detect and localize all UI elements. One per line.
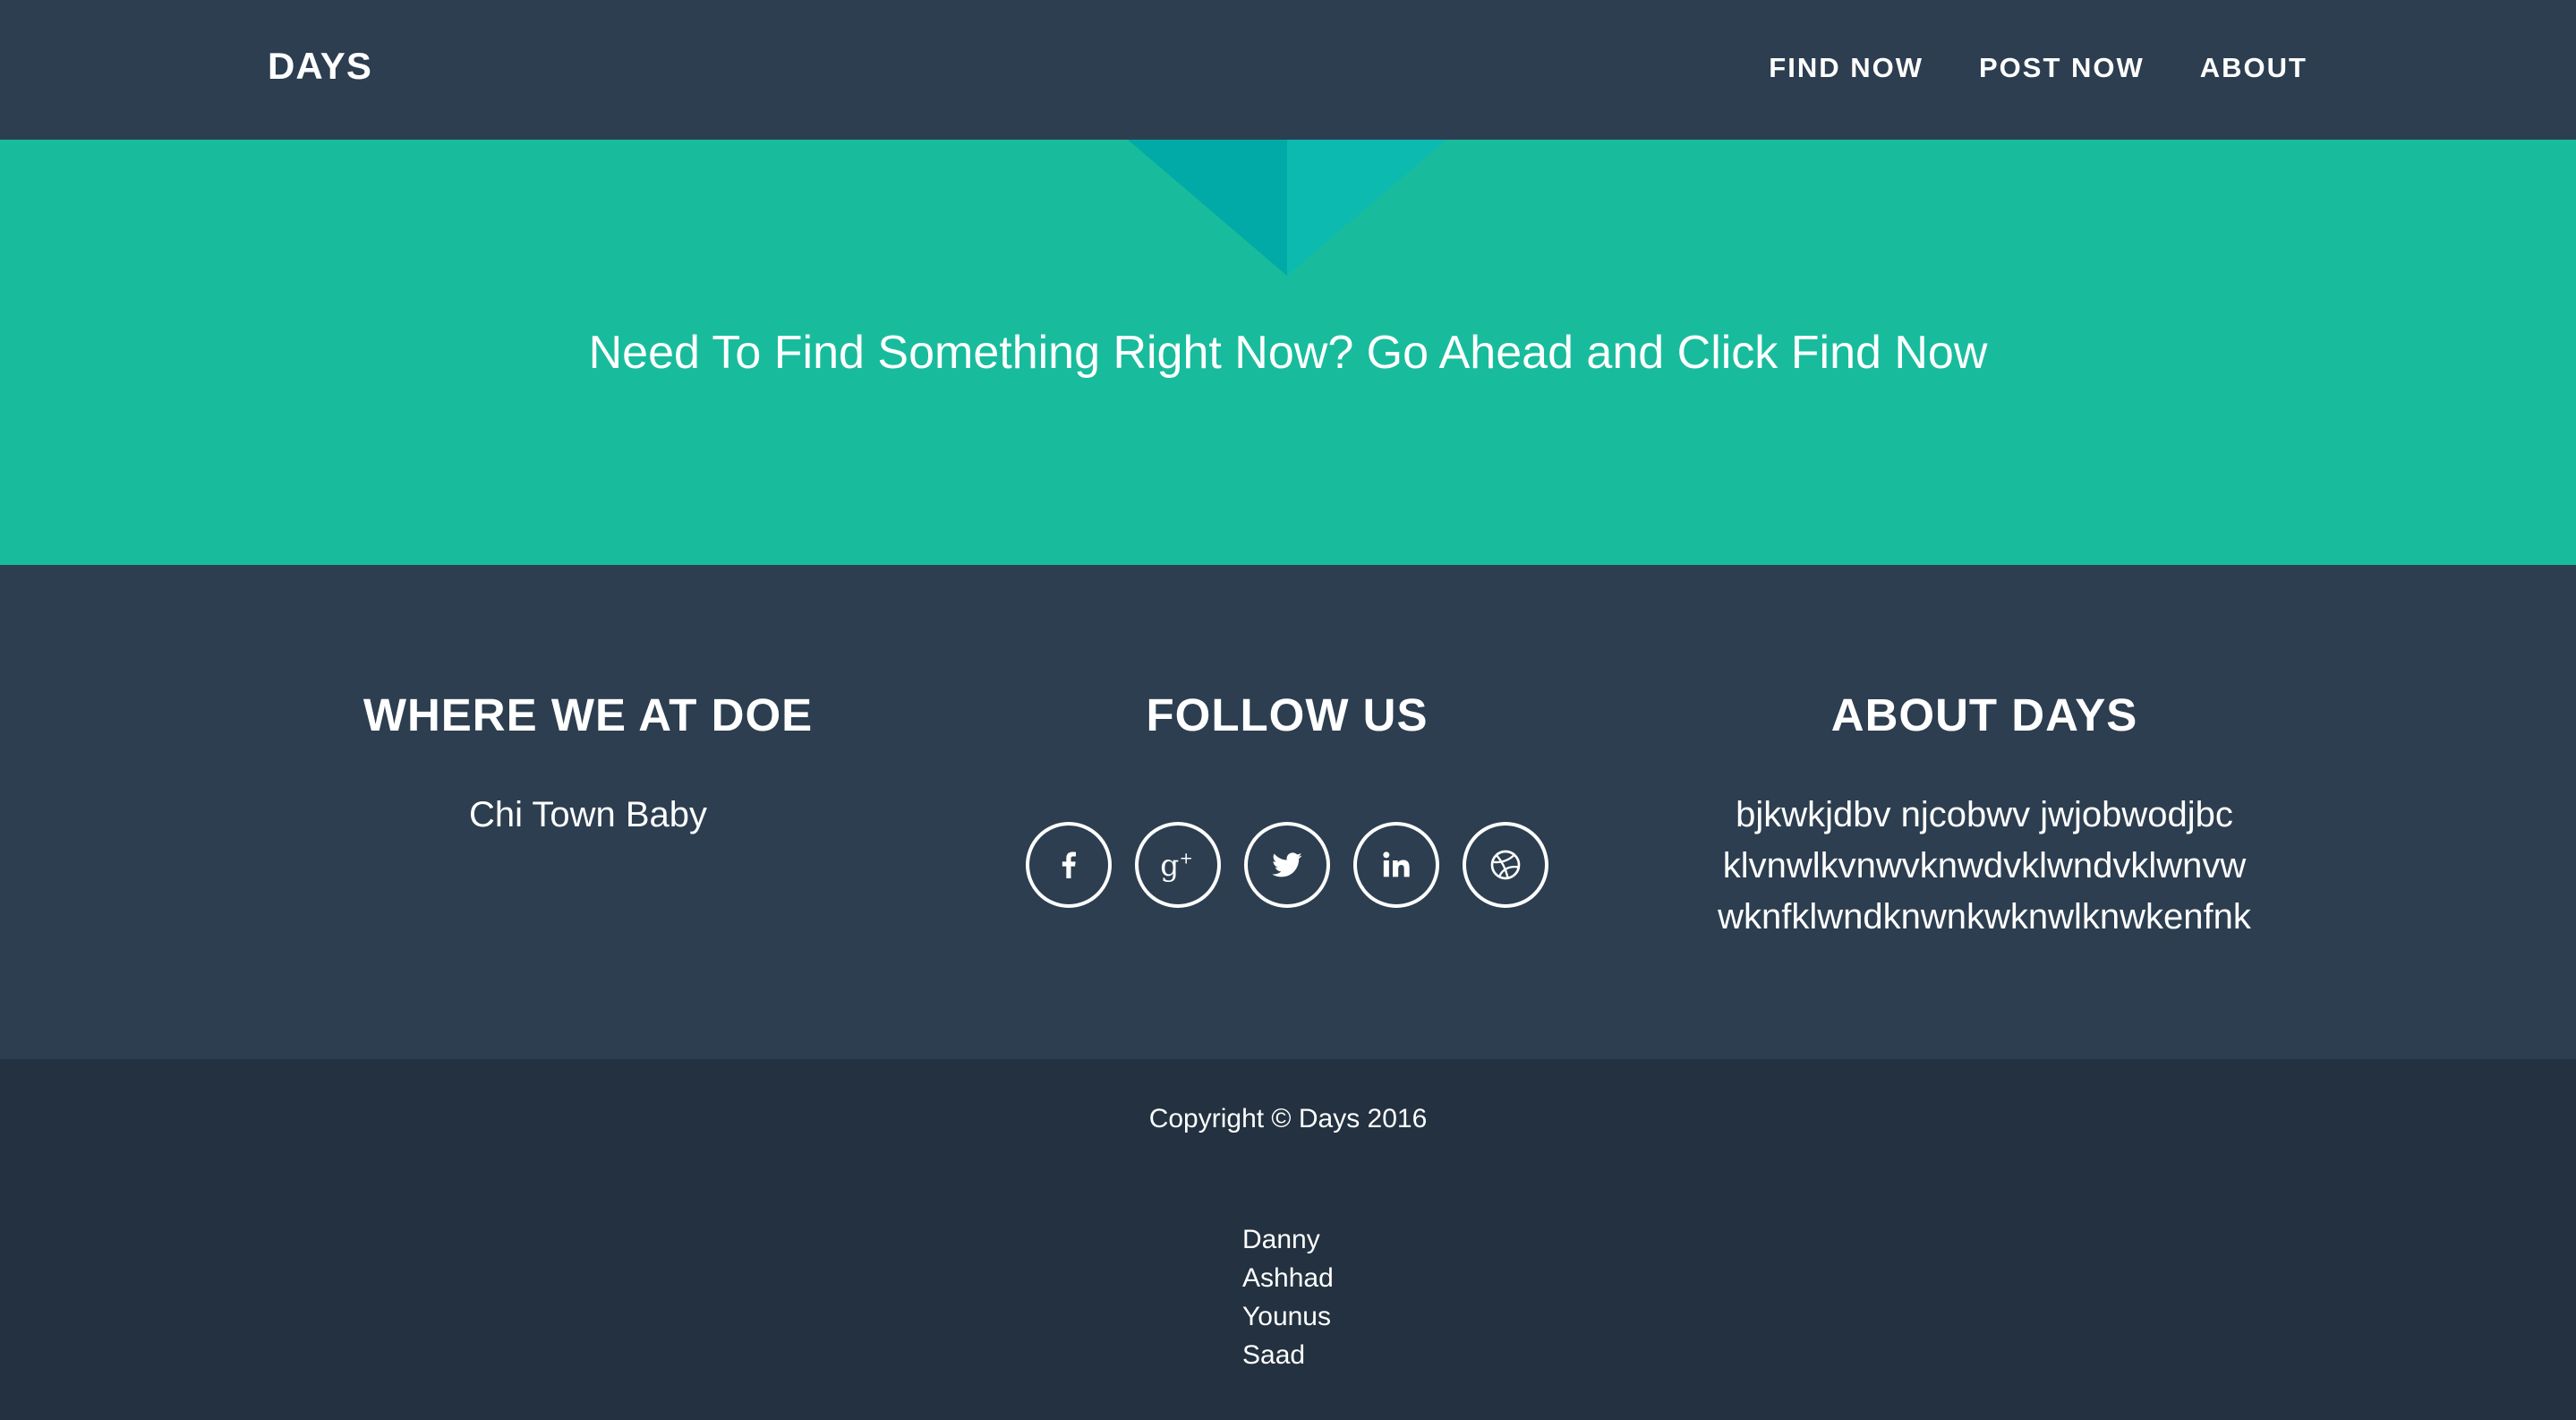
team-name: Danny xyxy=(1242,1225,1320,1254)
chevron-decoration xyxy=(1128,140,1446,276)
follow-column: FOLLOW US g + xyxy=(938,689,1636,908)
svg-text:g: g xyxy=(1160,849,1179,883)
facebook-button[interactable] xyxy=(1026,822,1112,908)
svg-text:+: + xyxy=(1180,849,1193,868)
team-name: Younus xyxy=(1242,1302,1331,1331)
twitter-icon xyxy=(1272,852,1302,877)
about-line: klvnwlkvnwvknwdvklwndvklwnvw xyxy=(1722,846,2247,885)
dribbble-icon xyxy=(1490,850,1521,880)
location-heading: WHERE WE AT DOE xyxy=(363,689,814,740)
about-column: ABOUT DAYS bjkwkjdbv njcobwv jwjobwodjbc… xyxy=(1635,689,2333,943)
google-plus-icon: g + xyxy=(1160,849,1193,883)
facebook-icon xyxy=(1062,851,1076,878)
team-names: Danny Ashhad Younus Saad xyxy=(1242,1220,1334,1374)
footer-bottom: Copyright © Days 2016 Danny Ashhad Younu… xyxy=(0,1059,2576,1420)
hero-banner: Need To Find Something Right Now? Go Ahe… xyxy=(0,140,2576,565)
linkedin-button[interactable] xyxy=(1353,822,1439,908)
nav-link-about[interactable]: ABOUT xyxy=(2200,52,2307,84)
brand-logo[interactable]: DAYS xyxy=(268,45,372,88)
location-text: Chi Town Baby xyxy=(468,795,708,834)
about-line: bjkwkjdbv njcobwv jwjobwodjbc xyxy=(1736,795,2233,834)
twitter-button[interactable] xyxy=(1244,822,1330,908)
location-column: WHERE WE AT DOE Chi Town Baby xyxy=(239,689,937,841)
dribbble-button[interactable] xyxy=(1463,822,1548,908)
about-text: bjkwkjdbv njcobwv jwjobwodjbc klvnwlkvnw… xyxy=(1635,790,2333,943)
team-name: Ashhad xyxy=(1242,1263,1334,1293)
linkedin-icon xyxy=(1383,851,1410,877)
google-plus-button[interactable]: g + xyxy=(1135,822,1221,908)
copyright-text: Copyright © Days 2016 xyxy=(1148,1104,1428,1133)
nav-link-find-now[interactable]: FIND NOW xyxy=(1769,52,1923,84)
top-navbar: DAYS FIND NOW POST NOW ABOUT xyxy=(0,0,2576,140)
follow-heading: FOLLOW US xyxy=(1146,689,1429,740)
nav-links: FIND NOW POST NOW ABOUT xyxy=(1769,52,2307,84)
team-name: Saad xyxy=(1242,1340,1306,1370)
social-links: g + xyxy=(938,822,1636,908)
about-line: wknfklwndknwnkwknwlknwkenfnk xyxy=(1718,897,2251,937)
nav-link-post-now[interactable]: POST NOW xyxy=(1979,52,2145,84)
hero-text: Need To Find Something Right Now? Go Ahe… xyxy=(588,327,1988,379)
about-heading: ABOUT DAYS xyxy=(1830,689,2138,740)
footer-main: WHERE WE AT DOE Chi Town Baby FOLLOW US … xyxy=(0,565,2576,1059)
